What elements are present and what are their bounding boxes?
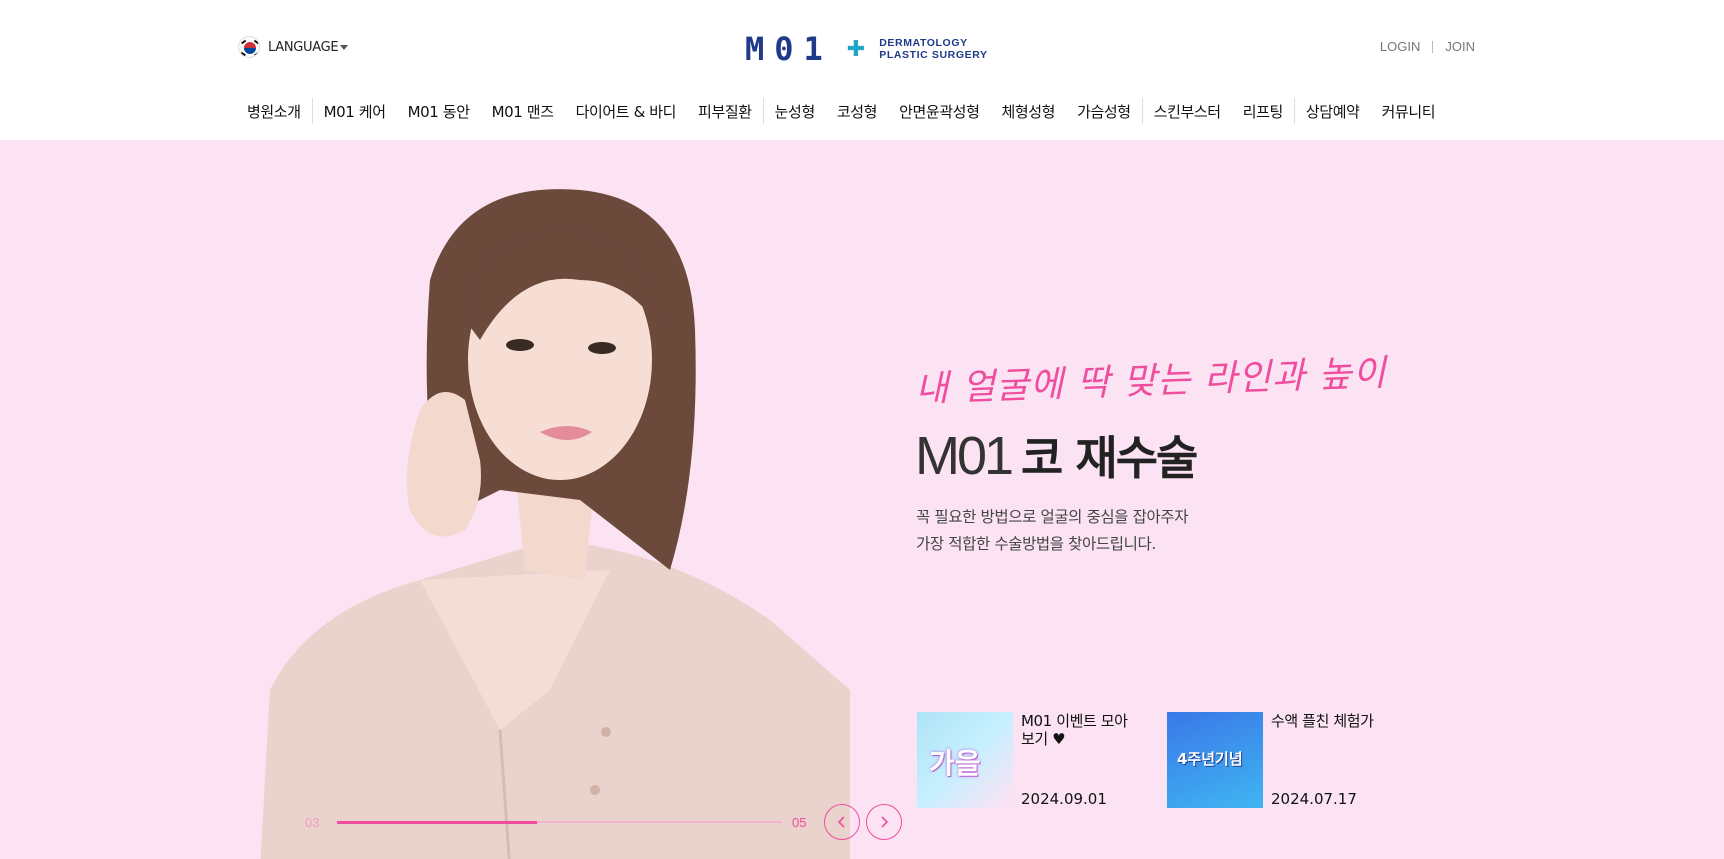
- plus-icon: ✚: [846, 36, 866, 62]
- site-logo[interactable]: M01 ✚ DERMATOLOGY PLASTIC SURGERY: [745, 30, 988, 68]
- auth-links: LOGIN JOIN: [1380, 39, 1475, 54]
- nav-item[interactable]: 안면윤곽성형: [888, 101, 990, 122]
- korea-flag-icon: [238, 36, 260, 58]
- nav-item[interactable]: 가슴성형: [1066, 101, 1142, 122]
- nav-item[interactable]: M01 동안: [397, 101, 481, 122]
- nav-item[interactable]: 스킨부스터: [1143, 101, 1232, 122]
- nav-item[interactable]: 코성형: [826, 101, 888, 122]
- event-list: 가을 M01 이벤트 모아보기 ♥ 2024.09.01 4주년기념 수액 플친…: [917, 712, 1387, 808]
- event-date: 2024.07.17: [1271, 790, 1357, 808]
- logo-line-1: DERMATOLOGY: [879, 37, 968, 49]
- logo-line-2: PLASTIC SURGERY: [879, 49, 988, 61]
- join-link[interactable]: JOIN: [1445, 39, 1475, 54]
- event-thumbnail-text: 4주년기념: [1177, 750, 1243, 768]
- chevron-left-icon: [838, 816, 846, 828]
- event-thumbnail: 가을: [917, 712, 1013, 808]
- nav-item[interactable]: 눈성형: [764, 101, 826, 122]
- event-card[interactable]: 4주년기념 수액 플친 체험가 2024.07.17: [1167, 712, 1387, 808]
- hero-description-line: 꼭 필요한 방법으로 얼굴의 중심을 잡아주자: [916, 508, 1189, 526]
- event-title: M01 이벤트 모아보기 ♥: [1021, 712, 1128, 748]
- site-header: LANGUAGE M01 ✚ DERMATOLOGY PLASTIC SURGE…: [0, 0, 1724, 140]
- logo-text: DERMATOLOGY PLASTIC SURGERY: [879, 37, 987, 61]
- event-date: 2024.09.01: [1021, 790, 1107, 808]
- hero-slider-controls: 03 05: [305, 804, 908, 840]
- language-selector[interactable]: LANGUAGE: [238, 36, 349, 58]
- nav-item[interactable]: M01 케어: [313, 101, 397, 122]
- slide-current: 03: [305, 814, 320, 830]
- chevron-right-icon: [881, 816, 889, 828]
- event-thumbnail: 4주년기념: [1167, 712, 1263, 808]
- prev-slide-button[interactable]: [824, 804, 861, 840]
- next-slide-button[interactable]: [866, 804, 903, 840]
- slide-progress-bar: [337, 820, 782, 824]
- nav-item[interactable]: 다이어트 & 바디: [565, 101, 687, 122]
- language-label: LANGUAGE: [268, 39, 339, 55]
- hero-script-text: 내 얼굴에 딱 맞는 라인과 높이: [914, 352, 1388, 411]
- hero-headline-brand: M01: [915, 426, 1014, 486]
- nav-item[interactable]: M01 맨즈: [481, 101, 565, 122]
- hero-headline: M01 코 재수술: [915, 422, 1198, 488]
- nav-item[interactable]: 피부질환: [687, 101, 763, 122]
- slide-progress-fill: [337, 820, 538, 824]
- divider: [1432, 40, 1434, 53]
- event-thumbnail-text: 가을: [929, 747, 981, 780]
- event-card[interactable]: 가을 M01 이벤트 모아보기 ♥ 2024.09.01: [917, 712, 1137, 808]
- nav-item[interactable]: 병원소개: [236, 101, 312, 122]
- model-photo: [260, 189, 850, 859]
- nav-item[interactable]: 상담예약: [1295, 101, 1371, 122]
- nav-item[interactable]: 리프팅: [1232, 101, 1294, 122]
- event-title: 수액 플친 체험가: [1271, 712, 1374, 730]
- logo-mark: M01: [745, 30, 833, 68]
- nav-item[interactable]: 커뮤니티: [1371, 101, 1447, 122]
- login-link[interactable]: LOGIN: [1380, 39, 1420, 54]
- chevron-down-icon: [340, 44, 349, 50]
- slide-total: 05: [792, 814, 807, 830]
- hero-headline-title: 코 재수술: [1021, 431, 1198, 485]
- hero-description-line: 가장 적합한 수술방법을 찾아드립니다.: [916, 535, 1156, 553]
- hero-description: 꼭 필요한 방법으로 얼굴의 중심을 잡아주자 가장 적합한 수술방법을 찾아드…: [916, 504, 1189, 558]
- hero-banner: 내 얼굴에 딱 맞는 라인과 높이 M01 코 재수술 꼭 필요한 방법으로 얼…: [0, 140, 1724, 859]
- main-nav: 병원소개 M01 케어 M01 동안 M01 맨즈 다이어트 & 바디 피부질환…: [236, 98, 1446, 124]
- nav-item[interactable]: 체형성형: [990, 101, 1066, 122]
